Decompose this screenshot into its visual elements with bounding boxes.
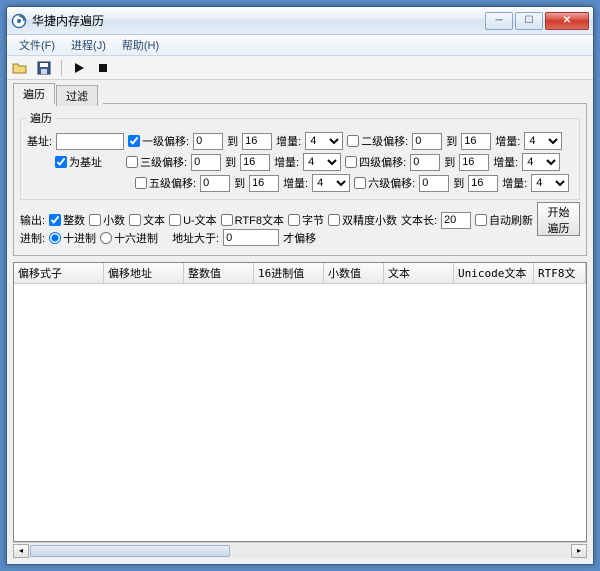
offset1-to-input[interactable] <box>242 133 272 150</box>
offset1-from-input[interactable] <box>193 133 223 150</box>
offset4-checkbox[interactable] <box>345 156 357 168</box>
out-dec-checkbox[interactable] <box>89 214 101 226</box>
out-int-checkbox[interactable] <box>49 214 61 226</box>
table-body[interactable] <box>14 284 586 541</box>
label-base-addr: 基址: <box>27 133 52 149</box>
col-offset-addr[interactable]: 偏移地址 <box>104 263 184 283</box>
offset4-to-input[interactable] <box>459 154 489 171</box>
titlebar[interactable]: 华捷内存遍历 ─ ☐ ✕ <box>7 7 593 35</box>
offset4-inc-select[interactable]: 4 <box>522 153 560 171</box>
results-table: 偏移式子 偏移地址 整数值 16进制值 小数值 文本 Unicode文本 RTF… <box>13 262 587 542</box>
radix-dec-radio[interactable] <box>49 232 61 244</box>
addr-gt-input[interactable] <box>223 229 279 246</box>
offset2-from-input[interactable] <box>412 133 442 150</box>
group-legend: 遍历 <box>27 110 55 126</box>
tab-traverse[interactable]: 遍历 <box>13 83 55 105</box>
window-title: 华捷内存遍历 <box>32 12 485 29</box>
out-double-checkbox[interactable] <box>328 214 340 226</box>
scroll-track[interactable] <box>29 544 571 558</box>
offset3-to-input[interactable] <box>240 154 270 171</box>
offset2-checkbox[interactable] <box>347 135 359 147</box>
offset2-to-input[interactable] <box>461 133 491 150</box>
out-byte-checkbox[interactable] <box>288 214 300 226</box>
label-radix: 进制: <box>20 230 45 246</box>
text-len-input[interactable] <box>441 212 471 229</box>
stop-icon[interactable] <box>94 59 112 77</box>
table-header: 偏移式子 偏移地址 整数值 16进制值 小数值 文本 Unicode文本 RTF… <box>14 263 586 284</box>
offset3-from-input[interactable] <box>191 154 221 171</box>
scroll-right-arrow[interactable]: ▸ <box>571 544 587 558</box>
label-output: 输出: <box>20 212 45 228</box>
horizontal-scrollbar[interactable]: ◂ ▸ <box>13 542 587 558</box>
minimize-button[interactable]: ─ <box>485 12 513 30</box>
menu-process[interactable]: 进程(J) <box>63 35 114 55</box>
offset1-inc-select[interactable]: 4 <box>305 132 343 150</box>
col-rtf8[interactable]: RTF8文 <box>534 263 586 283</box>
toolbar <box>7 56 593 80</box>
app-window: 华捷内存遍历 ─ ☐ ✕ 文件(F) 进程(J) 帮助(H) 遍历 过滤 遍历 … <box>6 6 594 565</box>
out-rtf8-checkbox[interactable] <box>221 214 233 226</box>
offset4-from-input[interactable] <box>410 154 440 171</box>
app-icon <box>11 13 27 29</box>
maximize-button[interactable]: ☐ <box>515 12 543 30</box>
radix-hex-radio[interactable] <box>100 232 112 244</box>
col-text[interactable]: 文本 <box>384 263 454 283</box>
offset3-checkbox[interactable] <box>126 156 138 168</box>
menu-file[interactable]: 文件(F) <box>11 35 63 55</box>
offset5-inc-select[interactable]: 4 <box>312 174 350 192</box>
play-icon[interactable] <box>70 59 88 77</box>
out-utext-checkbox[interactable] <box>169 214 181 226</box>
offset6-from-input[interactable] <box>419 175 449 192</box>
offset1-checkbox[interactable] <box>128 135 140 147</box>
offset5-checkbox[interactable] <box>135 177 147 189</box>
menubar: 文件(F) 进程(J) 帮助(H) <box>7 35 593 56</box>
scroll-left-arrow[interactable]: ◂ <box>13 544 29 558</box>
close-button[interactable]: ✕ <box>545 12 589 30</box>
out-text-checkbox[interactable] <box>129 214 141 226</box>
offset5-to-input[interactable] <box>249 175 279 192</box>
traverse-group: 遍历 基址: 一级偏移: 到 增量: 4 二级偏移: 到 增量: 4 <box>20 110 580 200</box>
offset6-inc-select[interactable]: 4 <box>531 174 569 192</box>
base-addr-input[interactable] <box>56 133 124 150</box>
save-icon[interactable] <box>35 59 53 77</box>
tabs: 遍历 过滤 <box>13 84 587 104</box>
offset3-inc-select[interactable]: 4 <box>303 153 341 171</box>
offset5-from-input[interactable] <box>200 175 230 192</box>
scroll-thumb[interactable] <box>30 545 230 557</box>
auto-refresh-checkbox[interactable] <box>475 214 487 226</box>
col-hex[interactable]: 16进制值 <box>254 263 324 283</box>
col-dec[interactable]: 小数值 <box>324 263 384 283</box>
col-offset-expr[interactable]: 偏移式子 <box>14 263 104 283</box>
col-unicode[interactable]: Unicode文本 <box>454 263 534 283</box>
traverse-panel: 遍历 基址: 一级偏移: 到 增量: 4 二级偏移: 到 增量: 4 <box>13 104 587 256</box>
offset2-inc-select[interactable]: 4 <box>524 132 562 150</box>
as-base-checkbox[interactable] <box>55 156 67 168</box>
open-icon[interactable] <box>11 59 29 77</box>
start-button[interactable]: 开始遍历 <box>537 202 580 236</box>
col-int[interactable]: 整数值 <box>184 263 254 283</box>
offset6-checkbox[interactable] <box>354 177 366 189</box>
menu-help[interactable]: 帮助(H) <box>114 35 167 55</box>
tab-filter[interactable]: 过滤 <box>56 85 98 106</box>
offset6-to-input[interactable] <box>468 175 498 192</box>
